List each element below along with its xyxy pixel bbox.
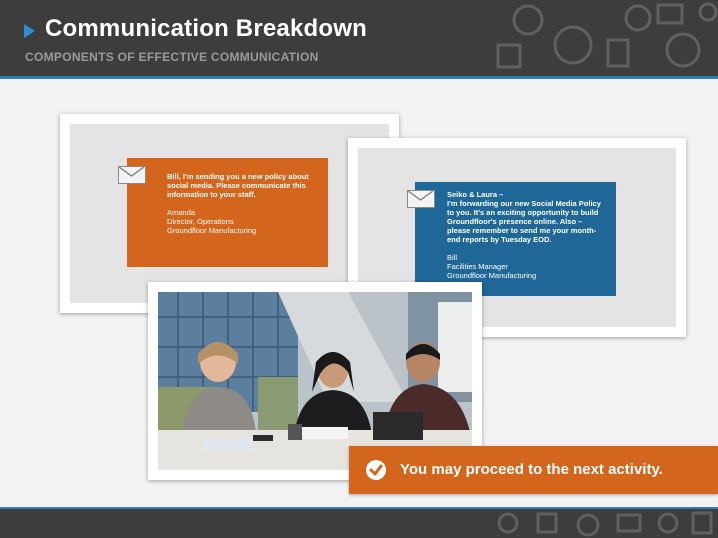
proceed-notification: You may proceed to the next activity. [349,446,718,494]
check-circle-icon [366,460,386,480]
page-subtitle: COMPONENTS OF EFFECTIVE COMMUNICATION [25,50,319,64]
meeting-photo [158,292,472,470]
blue-message-box: Seiko & Laura – I'm forwarding our new S… [415,182,616,296]
orange-message-body: Bill, I'm sending you a new policy about… [167,172,309,199]
page-title: Communication Breakdown [45,15,367,42]
envelope-icon [118,166,146,184]
proceed-notification-text: You may proceed to the next activity. [400,461,663,478]
header-bar: Communication Breakdown COMPONENTS OF EF… [0,0,718,78]
orange-message-box: Bill, I'm sending you a new policy about… [127,158,328,267]
envelope-icon [407,190,435,208]
orange-signature-title: Director, Operations [167,217,234,226]
meeting-photo-image [158,292,472,470]
footer-bar [0,509,718,538]
title-arrow-icon [24,24,35,38]
icon-pattern-decoration [496,2,718,69]
blue-signature-name: Bill [447,253,458,262]
blue-message-greeting: Seiko & Laura – [447,190,504,199]
orange-signature-name: Amanda [167,208,195,217]
blue-message-body: I'm forwarding our new Social Media Poli… [447,199,601,244]
orange-signature-company: Groundfloor Manufacturing [167,226,257,235]
icon-pattern-decoration [497,511,713,537]
card-orange-inner: Bill, I'm sending you a new policy about… [70,124,389,303]
blue-signature-title: Facilities Manager [447,262,508,271]
blue-signature-company: Groundfloor Manufacturing [447,271,537,280]
